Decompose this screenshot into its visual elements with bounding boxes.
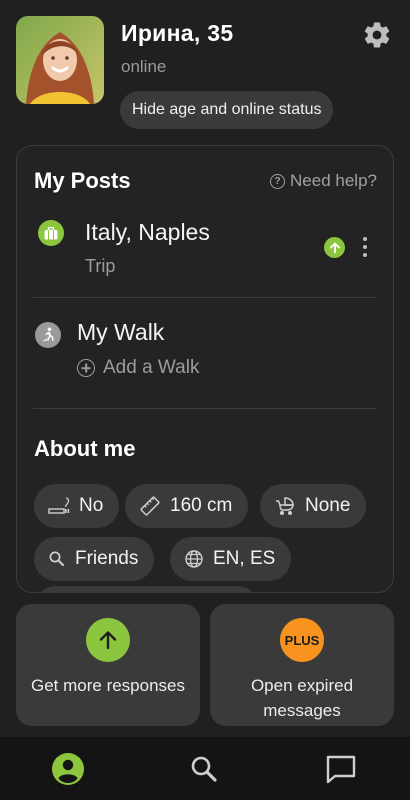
stroller-icon (276, 497, 294, 515)
profile-header: Ирина, 35 online Hide age and online sta… (0, 0, 410, 140)
nav-profile[interactable] (50, 751, 86, 787)
my-posts-card: My Posts ? Need help? Italy, Naples Trip (16, 145, 394, 593)
nav-chat[interactable] (323, 751, 359, 787)
arrow-up-icon (86, 618, 130, 662)
walk-title: My Walk (77, 319, 165, 345)
divider (33, 408, 377, 409)
boost-arrow-icon[interactable] (324, 237, 345, 258)
trip-post[interactable]: Italy, Naples Trip (17, 206, 393, 298)
chip-smoking[interactable]: No (34, 484, 120, 528)
hide-age-status-button[interactable]: Hide age and online status (120, 91, 334, 129)
open-expired-messages-button[interactable]: PLUS Open expired messages (210, 604, 394, 726)
need-help-label: Need help? (290, 171, 377, 190)
gear-icon[interactable] (362, 20, 392, 50)
chip-height[interactable]: 160 cm (125, 484, 249, 528)
plus-circle-icon (77, 359, 95, 377)
need-help-link[interactable]: ? Need help? (270, 171, 377, 191)
search-icon (191, 756, 217, 782)
chip-label: No (79, 495, 104, 516)
add-walk-label: Add a Walk (103, 357, 200, 378)
chip-label: None (305, 495, 351, 516)
bottom-nav (0, 737, 410, 800)
globe-icon (185, 550, 203, 568)
help-icon: ? (270, 173, 286, 189)
chip-label: 160 cm (170, 495, 233, 516)
get-more-responses-label: Get more responses (30, 676, 185, 695)
chip-looking-for[interactable]: Friends (34, 537, 155, 581)
chip-partial[interactable] (34, 586, 259, 592)
ruler-icon (140, 496, 160, 516)
divider (33, 297, 377, 298)
profile-name: Ирина, 35 (121, 20, 234, 46)
chip-languages[interactable]: EN, ES (170, 537, 292, 581)
more-options-icon[interactable] (357, 234, 373, 260)
my-posts-title: My Posts (34, 168, 131, 193)
search-icon (49, 551, 64, 566)
chip-label: EN, ES (213, 548, 276, 569)
chip-children[interactable]: None (260, 484, 367, 528)
smoking-icon (48, 497, 70, 514)
about-me-title: About me (34, 436, 136, 461)
open-expired-messages-label: Open expired messages (250, 676, 354, 720)
chat-icon (326, 755, 356, 784)
avatar[interactable] (16, 16, 104, 104)
walking-icon (35, 322, 61, 348)
profile-icon (52, 753, 84, 785)
chip-label: Friends (75, 548, 139, 569)
trip-title: Italy, Naples (85, 219, 210, 245)
nav-search[interactable] (186, 751, 222, 787)
add-walk-button[interactable]: Add a Walk (77, 357, 199, 379)
plus-badge-icon: PLUS (280, 618, 324, 662)
suitcase-icon (38, 220, 64, 246)
walk-post: My Walk Add a Walk (17, 299, 393, 407)
online-status: online (121, 57, 167, 76)
get-more-responses-button[interactable]: Get more responses (16, 604, 200, 726)
trip-subtitle: Trip (85, 256, 116, 276)
